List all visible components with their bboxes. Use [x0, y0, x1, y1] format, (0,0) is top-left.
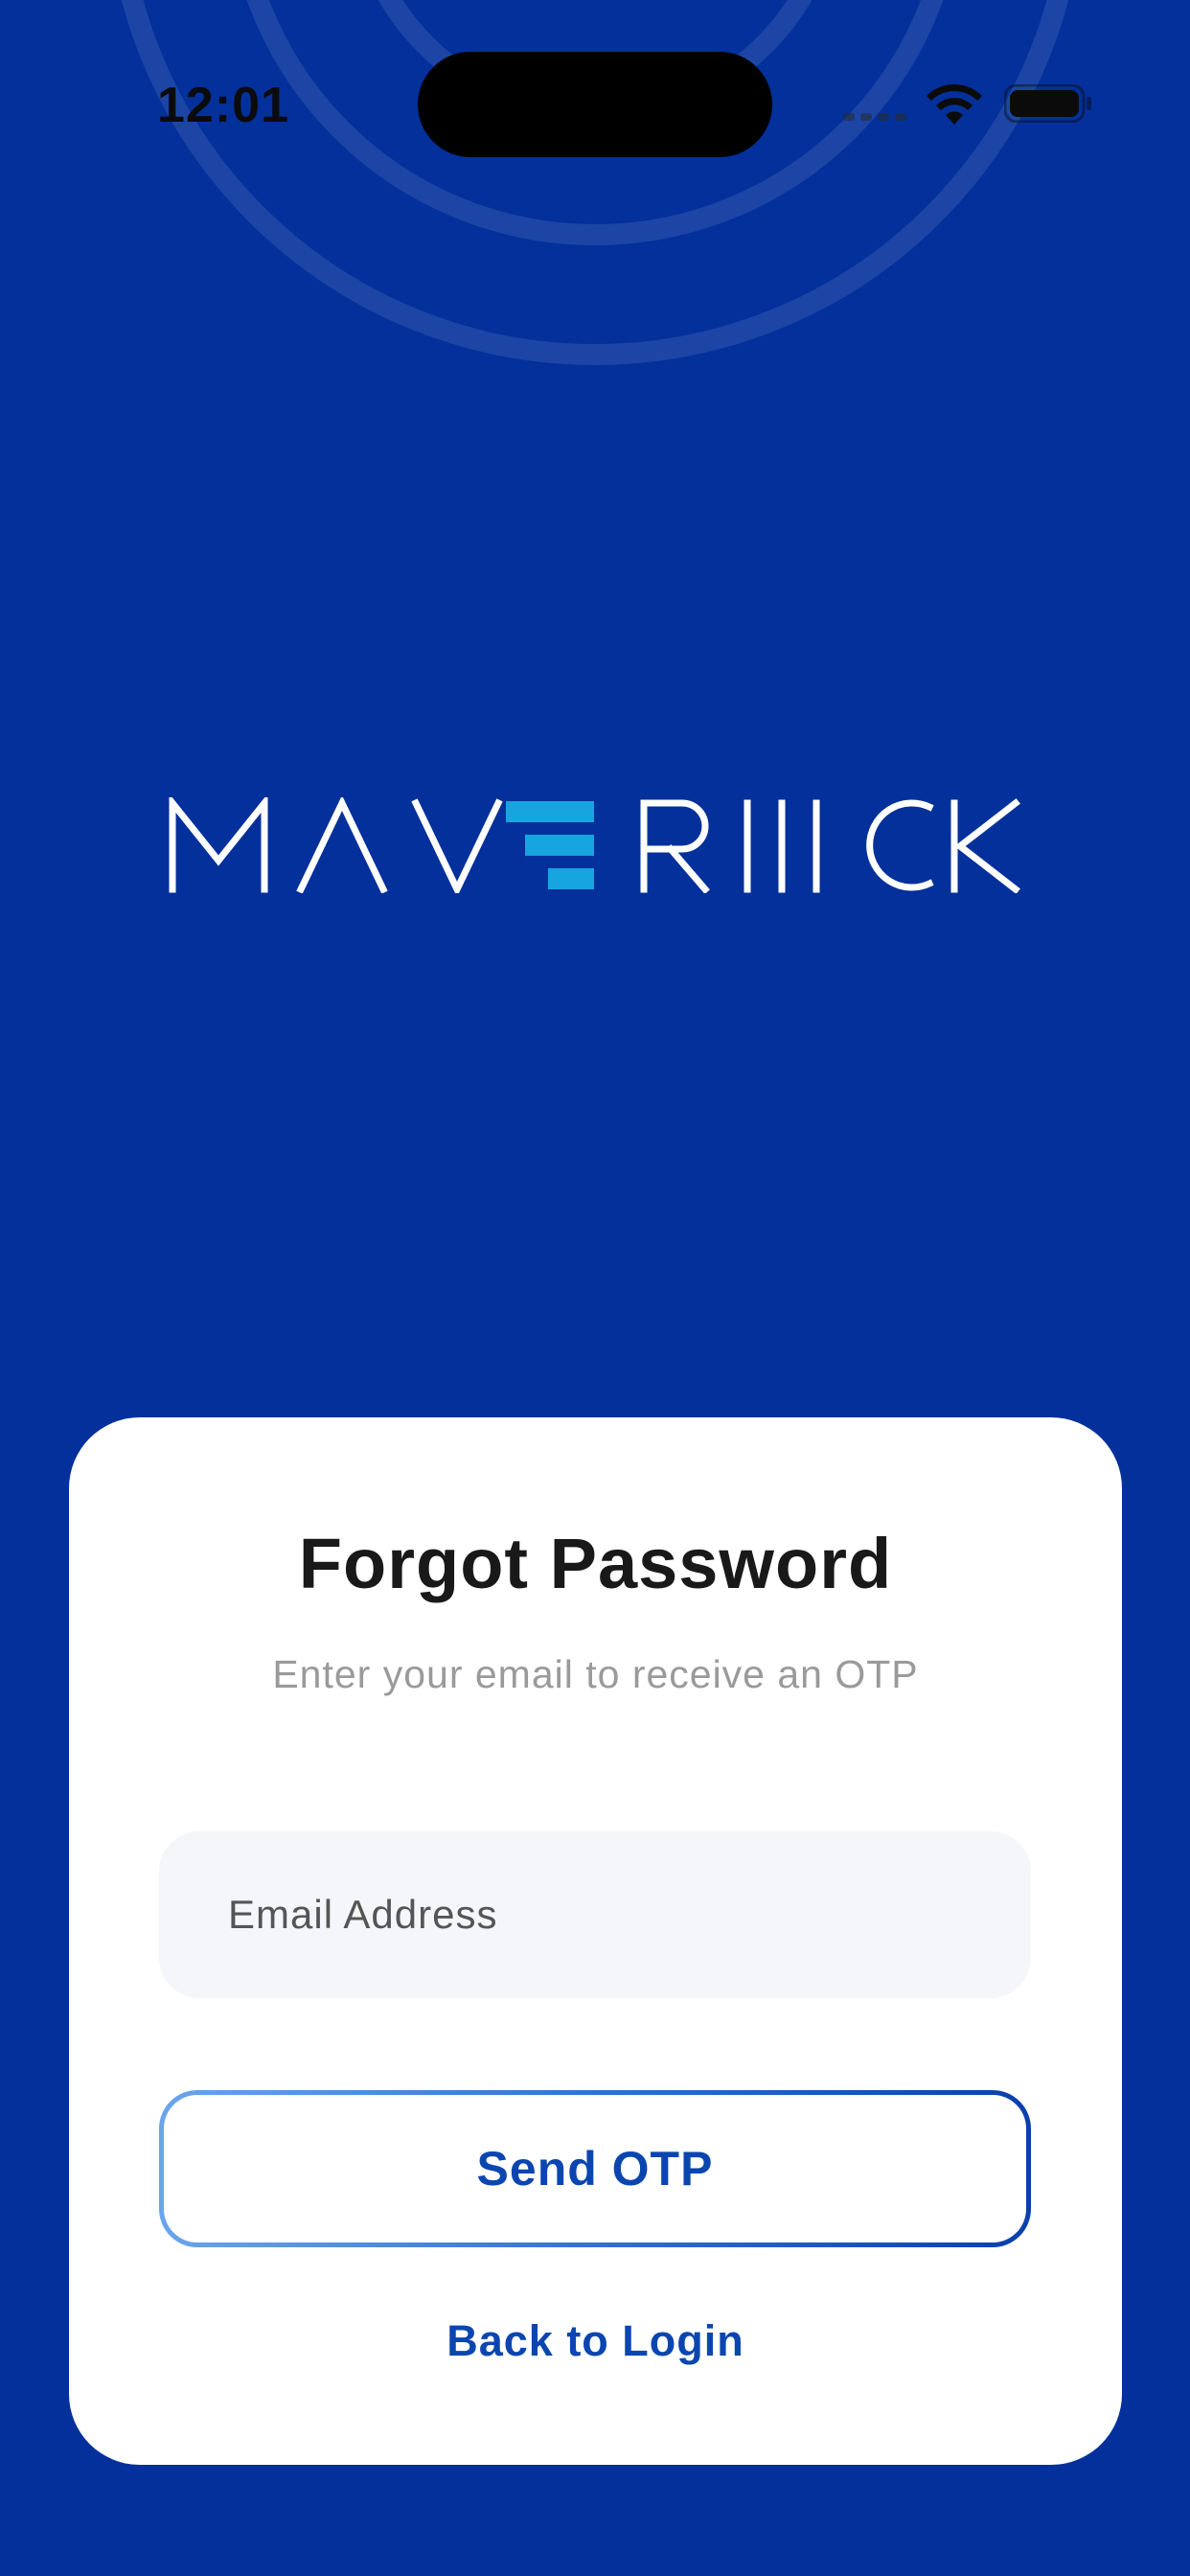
back-to-login-link[interactable]: Back to Login	[69, 2316, 1122, 2366]
forgot-password-screen: 12:01 Forgot Password Enter your email t…	[0, 0, 1190, 2576]
dynamic-island	[418, 52, 772, 157]
wifi-icon	[927, 83, 982, 125]
email-field-container	[159, 1831, 1031, 1998]
battery-icon	[1004, 84, 1091, 123]
page-subtitle: Enter your email to receive an OTP	[272, 1652, 919, 1696]
maverick-logo-icon	[169, 797, 1020, 893]
status-time: 12:01	[157, 78, 289, 133]
page-title: Forgot Password	[298, 1524, 893, 1603]
cell-signal-icon	[843, 113, 906, 121]
email-field[interactable]	[159, 1831, 1031, 1998]
send-otp-button-label: Send OTP	[164, 2095, 1026, 2242]
forgot-password-card: Forgot Password Enter your email to rece…	[69, 1417, 1122, 2465]
send-otp-button[interactable]: Send OTP	[159, 2090, 1031, 2247]
